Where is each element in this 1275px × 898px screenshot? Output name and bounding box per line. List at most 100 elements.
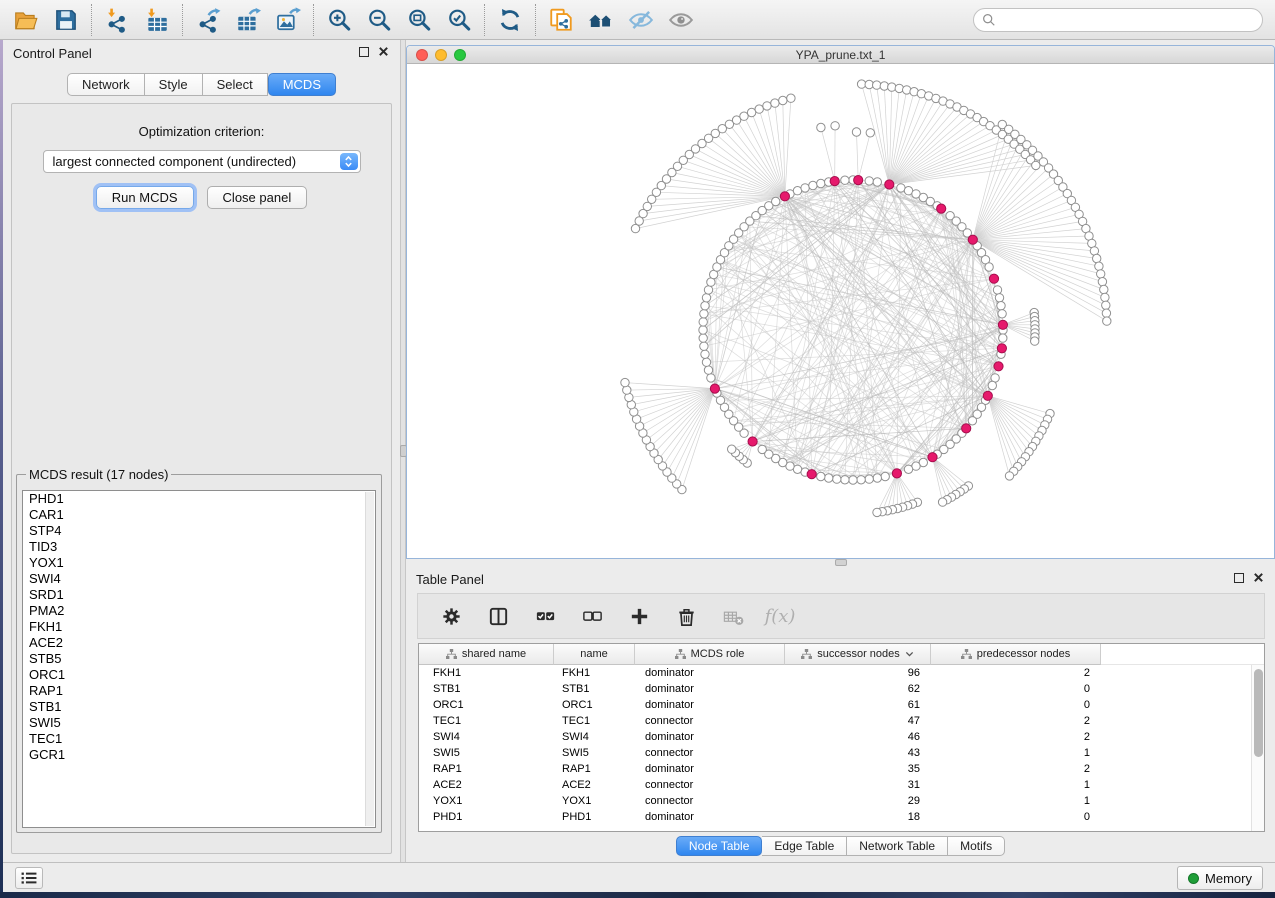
cell-predecessor_nodes: 2 [931,715,1101,727]
cell-name: ACE2 [554,779,635,791]
memory-button[interactable]: Memory [1177,866,1263,890]
zoom-fit-button[interactable] [399,3,439,37]
shared-column-icon [675,649,686,660]
search-input[interactable] [1001,11,1254,28]
table-scrollbar[interactable] [1251,665,1264,831]
open-file-button[interactable] [6,3,46,37]
mcds-result-item[interactable]: STB5 [23,651,375,667]
table-row[interactable]: TEC1TEC1connector472 [419,713,1264,729]
toolbar-separator [484,4,485,36]
table-settings-button[interactable] [436,599,466,633]
close-window-icon[interactable] [416,49,428,61]
mcds-result-item[interactable]: FKH1 [23,619,375,635]
column-header-name[interactable]: name [554,644,635,665]
cell-predecessor_nodes: 2 [931,731,1101,743]
tab-node-table[interactable]: Node Table [676,836,763,856]
create-new-column-button[interactable] [624,599,654,633]
mcds-result-item[interactable]: TID3 [23,539,375,555]
minimize-window-icon[interactable] [435,49,447,61]
export-table-button[interactable] [228,3,268,37]
network-canvas[interactable] [407,64,1274,558]
tab-edge-table[interactable]: Edge Table [762,836,847,856]
export-network-button[interactable] [188,3,228,37]
toggle-column-display-button[interactable] [483,599,513,633]
import-network-button[interactable] [97,3,137,37]
mcds-result-list[interactable]: PHD1CAR1STP4TID3YOX1SWI4SRD1PMA2FKH1ACE2… [22,490,376,828]
mcds-result-item[interactable]: STB1 [23,699,375,715]
splitter-grip-icon[interactable] [835,559,847,566]
zoom-out-button[interactable] [359,3,399,37]
mcds-result-item[interactable]: TEC1 [23,731,375,747]
mcds-result-item[interactable]: RAP1 [23,683,375,699]
close-table-panel-icon[interactable] [1253,572,1265,584]
mcds-result-item[interactable]: PHD1 [23,491,375,507]
shared-column-icon [446,649,457,660]
select-all-rows-button[interactable] [530,599,560,633]
criterion-select[interactable]: largest connected component (undirected) [43,150,361,173]
column-header-successor-nodes[interactable]: successor nodes [785,644,931,665]
control-panel-title: Control Panel [13,46,92,61]
mcds-result-item[interactable]: SWI4 [23,571,375,587]
cell-predecessor_nodes: 2 [931,763,1101,775]
float-table-panel-icon[interactable] [1234,573,1244,583]
tab-mcds[interactable]: MCDS [268,73,336,96]
tab-motifs[interactable]: Motifs [948,836,1005,856]
mcds-result-item[interactable]: YOX1 [23,555,375,571]
table-row[interactable]: ACE2ACE2connector311 [419,777,1264,793]
mcds-result-item[interactable]: SRD1 [23,587,375,603]
cell-shared_name: STB1 [419,683,554,695]
column-header-MCDS-role[interactable]: MCDS role [635,644,785,665]
mcds-list-scrollbar[interactable] [365,492,374,826]
mcds-result-item[interactable]: CAR1 [23,507,375,523]
table-row[interactable]: STB1STB1dominator620 [419,681,1264,697]
horizontal-splitter[interactable] [406,559,1275,566]
cell-successor_nodes: 29 [785,795,931,807]
table-scrollbar-thumb[interactable] [1254,669,1263,757]
cell-shared_name: SWI5 [419,747,554,759]
cell-name: RAP1 [554,763,635,775]
first-neighbors-button[interactable] [581,3,621,37]
mcds-result-item[interactable]: STP4 [23,523,375,539]
export-image-button[interactable] [268,3,308,37]
zoom-selected-button[interactable] [439,3,479,37]
show-all-button[interactable] [661,3,701,37]
maximize-window-icon[interactable] [454,49,466,61]
delete-columns-button[interactable] [671,599,701,633]
table-row[interactable]: ORC1ORC1dominator610 [419,697,1264,713]
tab-style[interactable]: Style [145,73,203,96]
new-network-from-selection-button[interactable] [541,3,581,37]
hide-selected-button[interactable] [621,3,661,37]
cell-name: PHD1 [554,811,635,823]
import-table-button[interactable] [137,3,177,37]
cell-predecessor_nodes: 1 [931,779,1101,791]
cell-successor_nodes: 96 [785,667,931,679]
run-mcds-button[interactable]: Run MCDS [96,186,194,209]
column-header-shared-name[interactable]: shared name [419,644,554,665]
network-window-titlebar[interactable]: YPA_prune.txt_1 [407,46,1274,64]
task-history-button[interactable] [15,867,43,889]
table-row[interactable]: RAP1RAP1dominator352 [419,761,1264,777]
zoom-in-button[interactable] [319,3,359,37]
close-panel-icon[interactable] [378,46,390,58]
mcds-result-item[interactable]: GCR1 [23,747,375,763]
close-panel-button[interactable]: Close panel [207,186,308,209]
save-session-button[interactable] [46,3,86,37]
float-panel-icon[interactable] [359,47,369,57]
toolbar-separator [91,4,92,36]
table-row[interactable]: SWI5SWI5connector431 [419,745,1264,761]
tab-select[interactable]: Select [203,73,268,96]
table-row[interactable]: PHD1PHD1dominator180 [419,809,1264,825]
table-row[interactable]: SWI4SWI4dominator462 [419,729,1264,745]
mcds-result-item[interactable]: ORC1 [23,667,375,683]
refresh-view-button[interactable] [490,3,530,37]
tab-network[interactable]: Network [67,73,145,96]
tab-network-table[interactable]: Network Table [847,836,948,856]
table-row[interactable]: YOX1YOX1connector291 [419,793,1264,809]
table-row[interactable]: FKH1FKH1dominator962 [419,665,1264,681]
mcds-result-item[interactable]: SWI5 [23,715,375,731]
deselect-all-rows-button[interactable] [577,599,607,633]
mcds-result-item[interactable]: PMA2 [23,603,375,619]
mcds-result-item[interactable]: ACE2 [23,635,375,651]
column-header-predecessor-nodes[interactable]: predecessor nodes [931,644,1101,665]
cell-shared_name: RAP1 [419,763,554,775]
